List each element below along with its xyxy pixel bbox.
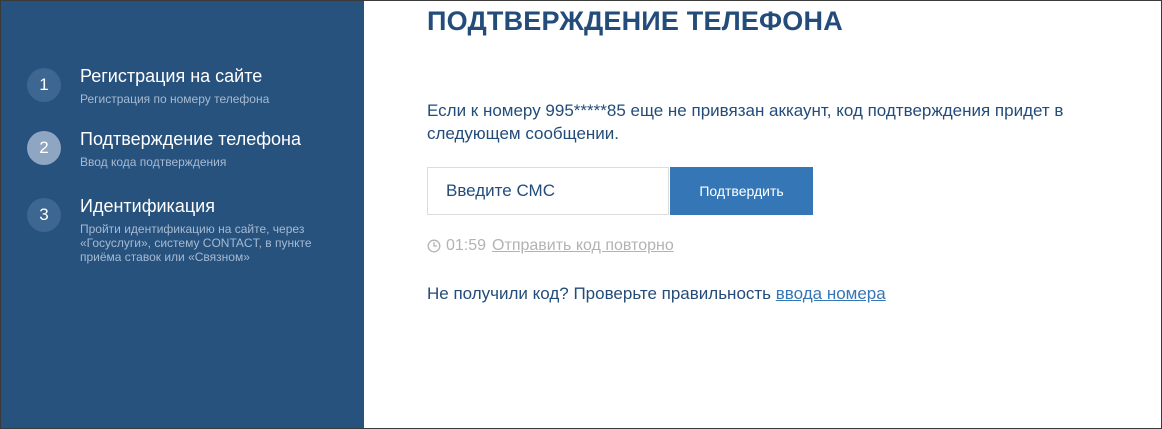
step-phone-confirmation: 2 Подтверждение телефона Ввод кода подтв… [27, 128, 325, 169]
step-title: Идентификация [80, 196, 215, 216]
step-title: Подтверждение телефона [80, 129, 301, 149]
step-number: 1 [27, 68, 61, 102]
step-title: Регистрация на сайте [80, 66, 263, 86]
clock-icon [427, 239, 441, 253]
step-number: 3 [27, 198, 61, 232]
step-registration: 1 Регистрация на сайте Регистрация по но… [27, 65, 325, 106]
resend-code-link[interactable]: Отправить код повторно [492, 237, 674, 255]
sms-code-input[interactable] [427, 167, 669, 215]
check-number-link[interactable]: ввода номера [776, 284, 886, 303]
step-text: Регистрация на сайте Регистрация по номе… [80, 65, 325, 106]
page-title: Подтверждение телефона [427, 6, 843, 36]
help-text-row: Не получили код? Проверьте правильность … [427, 284, 886, 304]
step-number: 2 [27, 131, 61, 165]
steps-sidebar: 1 Регистрация на сайте Регистрация по но… [1, 1, 364, 428]
info-text: Если к номеру 995*****85 еще не привязан… [427, 101, 1064, 143]
resend-timer-row: 01:59 Отправить код повторно [427, 237, 674, 255]
step-text: Подтверждение телефона Ввод кода подтвер… [80, 128, 325, 169]
step-description: Регистрация по номеру телефона [80, 92, 270, 106]
step-text: Идентификация Пройти идентификацию на са… [80, 195, 325, 264]
confirm-button[interactable]: Подтвердить [670, 167, 813, 215]
step-description: Пройти идентификацию на сайте, через «Го… [80, 222, 312, 264]
timer-value: 01:59 [446, 237, 487, 254]
step-description: Ввод кода подтверждения [80, 155, 227, 169]
help-text: Не получили код? Проверьте правильность [427, 284, 776, 303]
confirmation-panel: Подтверждение телефона Если к номеру 995… [364, 1, 1161, 428]
page-frame: 1 Регистрация на сайте Регистрация по но… [0, 0, 1162, 429]
step-identification: 3 Идентификация Пройти идентификацию на … [27, 195, 325, 264]
